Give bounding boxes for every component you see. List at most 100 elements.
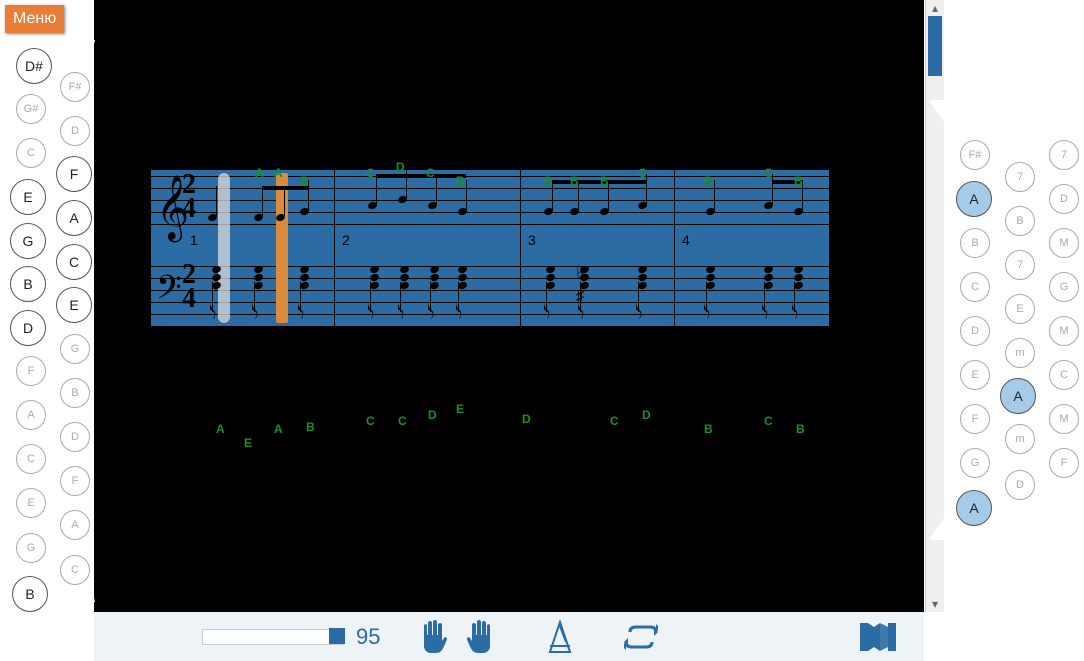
left-button-e[interactable]: E (56, 287, 92, 323)
left-button-a[interactable]: A (60, 510, 90, 540)
time-sig-treble-bot: 4 (182, 198, 196, 220)
right-button-a[interactable]: A (956, 490, 992, 526)
stem (262, 186, 263, 216)
stem (216, 186, 217, 216)
right-button-fs[interactable]: F# (960, 140, 990, 170)
loop-icon[interactable] (624, 624, 658, 650)
tempo-slider[interactable] (202, 629, 344, 645)
right-button-m[interactable]: M (1049, 228, 1079, 258)
note-label: D (642, 408, 651, 422)
sharp-accidental: ♯ (576, 288, 584, 306)
barline (520, 170, 521, 326)
left-button-e[interactable]: E (10, 179, 46, 215)
tempo-slider-handle[interactable] (329, 628, 345, 644)
note-label: C (426, 166, 435, 180)
stem (466, 180, 467, 210)
playhead-orange[interactable] (276, 173, 288, 323)
right-button-c[interactable]: C (960, 272, 990, 302)
measure-number: 3 (528, 232, 536, 248)
left-button-b[interactable]: B (60, 378, 90, 408)
bellows-icon[interactable] (860, 621, 896, 653)
scroll-thumb[interactable] (928, 16, 942, 76)
scroll-down-arrow[interactable]: ▾ (926, 596, 944, 612)
left-button-c[interactable]: C (16, 138, 46, 168)
right-button-g[interactable]: G (1049, 272, 1079, 302)
playhead-grey[interactable] (218, 173, 230, 323)
stem (376, 174, 377, 204)
left-button-g[interactable]: G (10, 223, 46, 259)
menu-button[interactable]: Меню (5, 5, 64, 33)
left-button-g[interactable]: G (16, 533, 46, 563)
stem (284, 186, 285, 216)
left-button-c[interactable]: C (60, 555, 90, 585)
right-button-g[interactable]: G (960, 448, 990, 478)
left-button-e[interactable]: E (16, 488, 46, 518)
right-button-f[interactable]: F (1049, 448, 1079, 478)
left-button-f[interactable]: F (56, 156, 92, 192)
left-button-gs[interactable]: G# (16, 94, 46, 124)
right-button-7[interactable]: 7 (1049, 140, 1079, 170)
left-button-a[interactable]: A (16, 400, 46, 430)
note-label: B (544, 174, 553, 188)
left-button-c[interactable]: C (56, 244, 92, 280)
note-label: B (306, 420, 315, 434)
note-label: C (764, 166, 773, 180)
left-button-fs[interactable]: F# (60, 72, 90, 102)
right-button-d[interactable]: D (1049, 184, 1079, 214)
note-label: D (522, 412, 531, 426)
left-button-f[interactable]: F (60, 466, 90, 496)
left-button-g[interactable]: G (60, 334, 90, 364)
music-score: 𝄞 𝄢 2 4 2 4 1 2 3 4 𝅮𝅮𝅮𝅮𝅮𝅮𝅮𝅮𝅮𝅮𝅮𝅮𝅮♭♯ AABC… (150, 170, 830, 326)
left-button-d[interactable]: D (60, 116, 90, 146)
left-button-d[interactable]: D (10, 310, 46, 346)
left-button-b[interactable]: B (10, 266, 46, 302)
scroll-up-arrow[interactable]: ▴ (926, 0, 944, 16)
right-button-e[interactable]: E (960, 360, 990, 390)
left-button-a[interactable]: A (56, 200, 92, 236)
beam (552, 180, 646, 184)
note-label: B (570, 174, 579, 188)
left-hand-icon[interactable] (418, 620, 448, 654)
left-button-c[interactable]: C (16, 444, 46, 474)
right-button-b[interactable]: B (960, 228, 990, 258)
right-button-m[interactable]: M (1049, 316, 1079, 346)
right-button-a[interactable]: A (956, 181, 992, 217)
note-label: A (255, 166, 264, 180)
right-button-m[interactable]: m (1005, 338, 1035, 368)
right-button-b[interactable]: B (1005, 206, 1035, 236)
barline (674, 170, 675, 326)
note-label: C (398, 414, 407, 428)
left-button-b[interactable]: B (12, 576, 48, 612)
barline (150, 170, 151, 326)
metronome-icon[interactable] (546, 620, 574, 654)
note-label: B (794, 174, 803, 188)
right-button-a[interactable]: A (1000, 378, 1036, 414)
right-button-d[interactable]: D (1005, 470, 1035, 500)
right-button-7[interactable]: 7 (1005, 250, 1035, 280)
right-button-m[interactable]: M (1049, 404, 1079, 434)
note-label: B (796, 422, 805, 436)
note-label: B (300, 174, 309, 188)
left-button-f[interactable]: F (16, 356, 46, 386)
left-button-ds[interactable]: D# (16, 48, 52, 84)
note-label: D (396, 160, 405, 174)
lower-note-names: AEABCCDEDCDBCB (150, 404, 830, 454)
note-label: E (244, 436, 252, 450)
right-button-e[interactable]: E (1005, 294, 1035, 324)
note-label: B (456, 174, 465, 188)
note-label: E (456, 402, 464, 416)
right-hand-icon[interactable] (466, 620, 496, 654)
right-button-d[interactable]: D (960, 316, 990, 346)
stem (406, 168, 407, 198)
right-button-m[interactable]: m (1005, 424, 1035, 454)
measure-number: 4 (682, 232, 690, 248)
note-label: C (638, 166, 647, 180)
stem (714, 180, 715, 210)
left-button-d[interactable]: D (60, 422, 90, 452)
note-label: B (600, 174, 609, 188)
right-button-c[interactable]: C (1049, 360, 1079, 390)
right-button-7[interactable]: 7 (1005, 162, 1035, 192)
app-root: Меню ▴ ▾ D#F#G#DCFEAGCBEDGFBADCFEAGCB F#… (0, 0, 1084, 661)
right-button-f[interactable]: F (960, 404, 990, 434)
note-label: B (704, 422, 713, 436)
